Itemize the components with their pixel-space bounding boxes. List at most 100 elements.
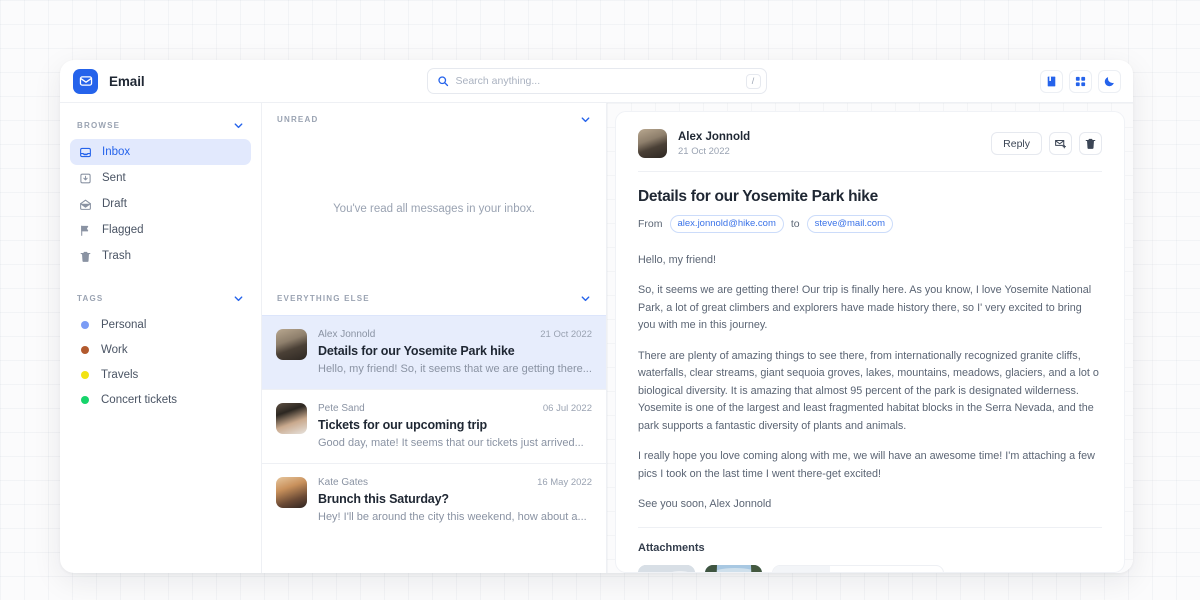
chevron-down-icon[interactable] bbox=[580, 114, 591, 125]
reading-pane-container: Alex Jonnold 21 Oct 2022 Reply bbox=[607, 103, 1133, 573]
sidebar: BROWSE Inbox bbox=[60, 103, 262, 573]
search-container: / bbox=[427, 68, 767, 94]
search-input[interactable] bbox=[456, 75, 746, 87]
everything-else-section-title: EVERYTHING ELSE bbox=[277, 294, 370, 303]
email-paragraph: I really hope you love coming along with… bbox=[638, 448, 1102, 483]
divider bbox=[638, 527, 1102, 528]
sidebar-item-label: Inbox bbox=[102, 146, 130, 158]
sidebar-item-draft[interactable]: Draft bbox=[70, 191, 251, 217]
message-date: 16 May 2022 bbox=[537, 477, 592, 488]
message-sender: Alex Jonnold bbox=[318, 329, 375, 340]
tag-item-work[interactable]: Work bbox=[70, 337, 251, 362]
message-preview: Good day, mate! It seems that our ticket… bbox=[318, 437, 592, 449]
tag-color-dot bbox=[81, 346, 89, 354]
everything-else-section-header: EVERYTHING ELSE bbox=[262, 282, 606, 315]
browse-section-title: BROWSE bbox=[77, 121, 120, 130]
tag-color-dot bbox=[81, 396, 89, 404]
tag-label: Personal bbox=[101, 319, 146, 331]
tag-label: Work bbox=[101, 344, 128, 356]
message-subject: Tickets for our upcoming trip bbox=[318, 418, 592, 432]
tags-section-header: TAGS bbox=[70, 287, 251, 309]
chevron-down-icon[interactable] bbox=[233, 293, 244, 304]
from-address-chip[interactable]: alex.jonnold@hike.com bbox=[670, 215, 784, 233]
body: BROWSE Inbox bbox=[60, 103, 1133, 573]
grid-icon[interactable] bbox=[1069, 70, 1092, 93]
topbar-actions bbox=[1040, 70, 1121, 93]
tags-list: Personal Work Travels Concert tickets bbox=[70, 312, 251, 412]
table-row[interactable]: Pete Sand 06 Jul 2022 Tickets for our up… bbox=[262, 389, 606, 463]
message-subject: Brunch this Saturday? bbox=[318, 492, 592, 506]
avatar bbox=[638, 129, 667, 158]
chevron-down-icon[interactable] bbox=[233, 120, 244, 131]
flag-icon bbox=[78, 223, 92, 237]
moon-icon[interactable] bbox=[1098, 70, 1121, 93]
search-icon bbox=[437, 75, 449, 87]
sent-icon bbox=[78, 171, 92, 185]
avatar bbox=[276, 477, 307, 508]
email-paragraph: There are plenty of amazing things to se… bbox=[638, 348, 1102, 435]
trash-icon[interactable] bbox=[1079, 132, 1102, 155]
tags-section-title: TAGS bbox=[77, 294, 103, 303]
attachment-image-thumbnail[interactable] bbox=[638, 565, 695, 573]
email-paragraph: So, it seems we are getting there! Our t… bbox=[638, 282, 1102, 334]
reading-pane-actions: Reply bbox=[991, 132, 1102, 155]
trash-icon bbox=[78, 249, 92, 263]
message-date: 21 Oct 2022 bbox=[540, 329, 592, 340]
message-list: Alex Jonnold 21 Oct 2022 Details for our… bbox=[262, 315, 606, 573]
tag-label: Travels bbox=[101, 369, 138, 381]
book-icon[interactable] bbox=[1040, 70, 1063, 93]
avatar bbox=[276, 329, 307, 360]
tag-item-concert-tickets[interactable]: Concert tickets bbox=[70, 387, 251, 412]
sidebar-item-sent[interactable]: Sent bbox=[70, 165, 251, 191]
browse-section-header: BROWSE bbox=[70, 114, 251, 136]
reading-pane-header: Alex Jonnold 21 Oct 2022 Reply bbox=[638, 129, 1102, 158]
to-address-chip[interactable]: steve@mail.com bbox=[807, 215, 893, 233]
message-sender: Pete Sand bbox=[318, 403, 365, 414]
draft-icon bbox=[78, 197, 92, 211]
email-paragraph: See you soon, Alex Jonnold bbox=[638, 496, 1102, 513]
message-date: 06 Jul 2022 bbox=[543, 403, 592, 414]
envelope-add-icon[interactable] bbox=[1049, 132, 1072, 155]
sidebar-item-label: Sent bbox=[102, 172, 126, 184]
brand: Email bbox=[73, 69, 145, 94]
tag-item-personal[interactable]: Personal bbox=[70, 312, 251, 337]
app-title: Email bbox=[109, 74, 145, 89]
tags-section: TAGS Personal Work bbox=[70, 287, 251, 412]
from-label: From bbox=[638, 218, 663, 230]
folder-icon bbox=[773, 566, 830, 573]
sender-date: 21 Oct 2022 bbox=[678, 146, 750, 157]
reading-pane: Alex Jonnold 21 Oct 2022 Reply bbox=[615, 111, 1125, 573]
avatar bbox=[276, 403, 307, 434]
inbox-icon bbox=[78, 145, 92, 159]
tag-color-dot bbox=[81, 321, 89, 329]
unread-empty-state: You've read all messages in your inbox. bbox=[262, 136, 606, 282]
search-shortcut-key: / bbox=[746, 74, 761, 89]
email-body: Hello, my friend! So, it seems we are ge… bbox=[638, 252, 1102, 514]
reply-button[interactable]: Reply bbox=[991, 132, 1042, 155]
tag-item-travels[interactable]: Travels bbox=[70, 362, 251, 387]
tag-color-dot bbox=[81, 371, 89, 379]
envelope-icon bbox=[73, 69, 98, 94]
sidebar-item-label: Flagged bbox=[102, 224, 144, 236]
sidebar-item-label: Trash bbox=[102, 250, 131, 262]
email-paragraph: Hello, my friend! bbox=[638, 252, 1102, 269]
table-row[interactable]: Kate Gates 16 May 2022 Brunch this Satur… bbox=[262, 463, 606, 537]
unread-section-title: UNREAD bbox=[277, 115, 318, 124]
attachment-image-thumbnail[interactable] bbox=[705, 565, 762, 573]
topbar: Email / bbox=[60, 60, 1133, 103]
sidebar-item-label: Draft bbox=[102, 198, 127, 210]
message-preview: Hey! I'll be around the city this weeken… bbox=[318, 511, 592, 523]
message-preview: Hello, my friend! So, it seems that we a… bbox=[318, 363, 592, 375]
search-box[interactable]: / bbox=[427, 68, 767, 94]
attachment-file-card[interactable]: videos-hike.zip 100 MB bbox=[772, 565, 944, 573]
sidebar-item-flagged[interactable]: Flagged bbox=[70, 217, 251, 243]
sender-block: Alex Jonnold 21 Oct 2022 bbox=[678, 131, 750, 157]
sidebar-item-trash[interactable]: Trash bbox=[70, 243, 251, 269]
unread-section-header: UNREAD bbox=[262, 103, 606, 136]
app-window: Email / bbox=[60, 60, 1133, 573]
table-row[interactable]: Alex Jonnold 21 Oct 2022 Details for our… bbox=[262, 315, 606, 389]
page-title: Details for our Yosemite Park hike bbox=[638, 188, 1102, 206]
chevron-down-icon[interactable] bbox=[580, 293, 591, 304]
tag-label: Concert tickets bbox=[101, 394, 177, 406]
sidebar-item-inbox[interactable]: Inbox bbox=[70, 139, 251, 165]
